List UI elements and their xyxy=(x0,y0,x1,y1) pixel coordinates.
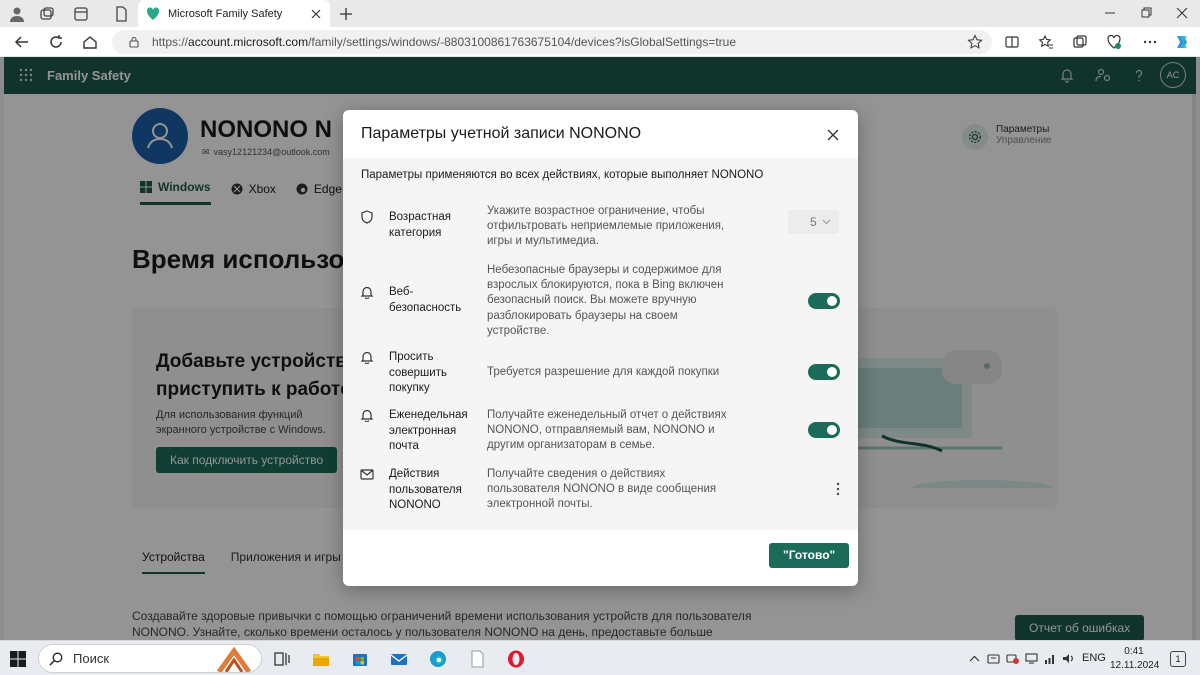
dialog-body: Параметры применяются во всех действиях,… xyxy=(343,158,858,530)
windows-taskbar: Поиск ENG 0:41 12.11.2024 1 xyxy=(0,640,1200,675)
tab-actions-icon[interactable] xyxy=(72,5,90,23)
split-screen-icon[interactable] xyxy=(1002,32,1022,52)
more-menu-icon[interactable] xyxy=(1140,32,1160,52)
url-text: https://account.microsoft.com/family/set… xyxy=(152,35,737,49)
close-dialog-icon[interactable] xyxy=(824,126,842,144)
age-rating-select[interactable]: 5 xyxy=(788,210,839,234)
active-browser-tab[interactable]: Microsoft Family Safety xyxy=(138,0,330,27)
home-icon[interactable] xyxy=(80,32,100,52)
shield-icon xyxy=(360,210,374,224)
opera-browser-icon[interactable] xyxy=(506,649,526,669)
setting-description: Получайте еженедельный отчет о действиях… xyxy=(487,409,727,452)
windows-start-icon[interactable] xyxy=(10,651,26,667)
browser-tab-bar: Microsoft Family Safety xyxy=(0,0,1200,27)
restore-icon[interactable] xyxy=(1136,3,1156,23)
mail-app-icon[interactable] xyxy=(389,649,409,669)
setting-label: Действия пользователя NONONO xyxy=(389,468,462,511)
dialog-description: Параметры применяются во всех действиях,… xyxy=(361,169,764,181)
close-window-icon[interactable] xyxy=(1172,3,1192,23)
minimize-icon[interactable] xyxy=(1100,3,1120,23)
volume-icon[interactable] xyxy=(1062,652,1075,665)
onedrive-icon[interactable] xyxy=(987,652,1000,665)
profile-icon[interactable] xyxy=(8,5,26,23)
family-safety-favicon-icon xyxy=(146,6,160,21)
clock-date: 12.11.2024 xyxy=(1110,660,1160,671)
setting-description: Требуется разрешение для каждой покупки xyxy=(487,366,720,378)
back-arrow-icon[interactable] xyxy=(12,32,32,52)
setting-description: Небезопасные браузеры и содержимое для в… xyxy=(487,264,724,337)
browser-essentials-icon[interactable] xyxy=(1104,32,1124,52)
clock-time: 0:41 xyxy=(1124,646,1144,657)
weekly-email-toggle[interactable] xyxy=(808,422,840,438)
web-safety-toggle[interactable] xyxy=(808,293,840,309)
collections-icon[interactable] xyxy=(1070,32,1090,52)
mail-icon xyxy=(360,467,374,481)
inactive-tab-page-icon[interactable] xyxy=(112,5,130,23)
search-placeholder: Поиск xyxy=(73,651,110,666)
taskbar-clock[interactable]: 0:41 12.11.2024 xyxy=(1110,645,1160,673)
url-field[interactable]: https://account.microsoft.com/family/set… xyxy=(112,30,992,54)
search-icon xyxy=(49,652,63,666)
favorites-icon[interactable] xyxy=(1036,32,1056,52)
setting-label: Возрастная категория xyxy=(389,211,451,239)
lock-icon[interactable] xyxy=(128,36,140,48)
refresh-icon[interactable] xyxy=(46,32,66,52)
done-button[interactable]: "Готово" xyxy=(769,543,850,568)
taskbar-search[interactable]: Поиск xyxy=(38,644,262,673)
setting-label: Просить совершить покупку xyxy=(389,351,447,394)
search-highlight-icon xyxy=(209,647,259,672)
address-bar-row: https://account.microsoft.com/family/set… xyxy=(0,27,1200,57)
notification-center-icon[interactable]: 1 xyxy=(1170,651,1186,667)
ask-to-buy-toggle[interactable] xyxy=(808,364,840,380)
chevron-down-icon xyxy=(822,219,831,225)
favorite-star-icon[interactable] xyxy=(966,33,984,51)
microsoft-store-icon[interactable] xyxy=(350,649,370,669)
bell-icon xyxy=(360,285,374,299)
copilot-icon[interactable] xyxy=(1172,32,1192,52)
language-indicator[interactable]: ENG xyxy=(1082,652,1106,664)
new-tab-plus-icon[interactable] xyxy=(336,4,356,24)
chevron-up-icon[interactable] xyxy=(968,652,981,665)
dialog-title: Параметры учетной записи NONONO xyxy=(361,125,642,142)
setting-label: Еженедельная электронная почта xyxy=(389,409,468,452)
more-options-icon[interactable] xyxy=(833,481,843,497)
tab-title: Microsoft Family Safety xyxy=(168,7,283,20)
bell-icon xyxy=(360,350,374,364)
close-tab-icon[interactable] xyxy=(306,4,326,24)
edge-browser-icon[interactable] xyxy=(428,649,448,669)
security-alert-icon[interactable] xyxy=(1006,652,1019,665)
workspaces-icon[interactable] xyxy=(38,5,56,23)
notepad-icon[interactable] xyxy=(467,649,487,669)
setting-label: Веб-безопасность xyxy=(389,286,462,314)
file-explorer-icon[interactable] xyxy=(311,649,331,669)
setting-description: Укажите возрастное ограничение, чтобы от… xyxy=(487,205,725,248)
network-icon[interactable] xyxy=(1044,652,1057,665)
setting-description: Получайте сведения о действиях пользоват… xyxy=(487,468,717,511)
account-settings-dialog: Параметры учетной записи NONONO Параметр… xyxy=(343,110,858,586)
bell-icon xyxy=(360,408,374,422)
task-view-icon[interactable] xyxy=(272,649,292,669)
display-icon[interactable] xyxy=(1025,652,1038,665)
